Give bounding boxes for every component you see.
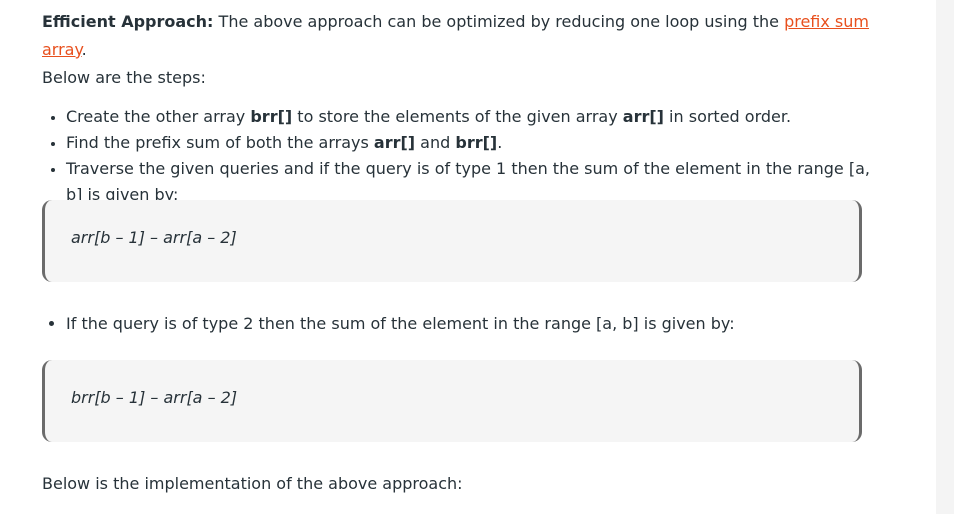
step-text: and: [415, 133, 456, 152]
step-bold-term: brr[]: [250, 107, 293, 126]
step-text: .: [497, 133, 503, 152]
code-text: brr[b – 1] – arr[a – 2]: [71, 388, 238, 407]
intro-text: The above approach can be optimized by r…: [213, 12, 785, 31]
intro-heading: Efficient Approach:: [42, 12, 214, 31]
step-text: in sorted order.: [663, 107, 792, 126]
steps-list-continued: If the query is of type 2 then the sum o…: [42, 311, 886, 337]
list-item: Create the other array brr[] to store th…: [66, 104, 872, 130]
step-text: Find the prefix sum of both the arrays: [66, 133, 374, 152]
intro-period: .: [81, 40, 87, 59]
scrollbar-track[interactable]: [936, 0, 954, 514]
code-text: arr[b – 1] – arr[a – 2]: [71, 228, 237, 247]
steps-list: Create the other array brr[] to store th…: [42, 104, 872, 208]
outro-paragraph: Below is the implementation of the above…: [42, 474, 463, 493]
step-bold-term: arr[]: [373, 133, 416, 152]
step-bold-term: brr[]: [455, 133, 498, 152]
step-text: to store the elements of the given array: [292, 107, 623, 126]
list-item: If the query is of type 2 then the sum o…: [66, 311, 886, 337]
code-block: brr[b – 1] – arr[a – 2]: [42, 360, 862, 442]
intro-line2: Below are the steps:: [42, 68, 206, 87]
step-bold-term: arr[]: [622, 107, 664, 126]
code-block: arr[b – 1] – arr[a – 2]: [42, 200, 862, 282]
step-text: Create the other array: [66, 107, 251, 126]
article-content: Efficient Approach: The above approach c…: [42, 8, 872, 493]
intro-paragraph: Efficient Approach: The above approach c…: [42, 8, 872, 92]
list-item: Find the prefix sum of both the arrays a…: [66, 130, 872, 156]
